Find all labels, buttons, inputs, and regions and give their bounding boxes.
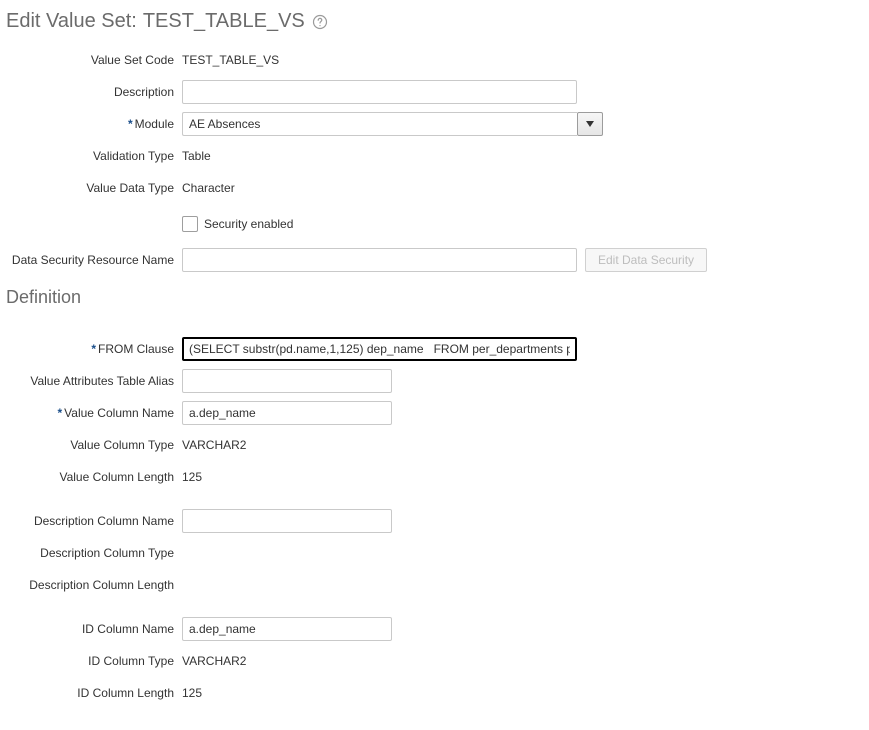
value-column-name-label: *Value Column Name <box>0 406 182 420</box>
description-column-length-label: Description Column Length <box>0 578 182 592</box>
from-clause-label-text: FROM Clause <box>98 342 174 356</box>
module-label: *Module <box>0 117 182 131</box>
value-attr-table-alias-input[interactable] <box>182 369 392 393</box>
definition-section-title: Definition <box>0 277 869 314</box>
value-set-code-label: Value Set Code <box>0 53 182 67</box>
module-label-text: Module <box>135 117 174 131</box>
id-column-name-label: ID Column Name <box>0 622 182 636</box>
value-column-type-label: Value Column Type <box>0 438 182 452</box>
from-clause-input[interactable] <box>182 337 577 361</box>
security-enabled-label: Security enabled <box>204 217 293 231</box>
value-column-length-value: 125 <box>182 468 202 486</box>
help-icon[interactable] <box>311 13 329 31</box>
module-select[interactable]: AE Absences <box>182 112 603 136</box>
validation-type-value: Table <box>182 147 211 165</box>
value-data-type-value: Character <box>182 179 235 197</box>
value-column-type-value: VARCHAR2 <box>182 436 246 454</box>
from-clause-label: *FROM Clause <box>0 342 182 356</box>
data-security-resource-name-input[interactable] <box>182 248 577 272</box>
validation-type-label: Validation Type <box>0 149 182 163</box>
page-title-prefix: Edit Value Set: <box>6 10 137 33</box>
value-attr-table-alias-label: Value Attributes Table Alias <box>0 374 182 388</box>
description-column-name-input[interactable] <box>182 509 392 533</box>
description-label: Description <box>0 85 182 99</box>
description-column-name-label: Description Column Name <box>0 514 182 528</box>
description-input[interactable] <box>182 80 577 104</box>
id-column-length-value: 125 <box>182 684 202 702</box>
security-enabled-checkbox[interactable] <box>182 216 198 232</box>
id-column-type-value: VARCHAR2 <box>182 652 246 670</box>
id-column-type-label: ID Column Type <box>0 654 182 668</box>
value-column-length-label: Value Column Length <box>0 470 182 484</box>
page-title: Edit Value Set: TEST_TABLE_VS <box>0 4 869 43</box>
id-column-length-label: ID Column Length <box>0 686 182 700</box>
description-column-type-label: Description Column Type <box>0 546 182 560</box>
value-data-type-label: Value Data Type <box>0 181 182 195</box>
module-select-button[interactable] <box>577 112 603 136</box>
value-column-name-label-text: Value Column Name <box>64 406 174 420</box>
value-column-name-input[interactable] <box>182 401 392 425</box>
id-column-name-input[interactable] <box>182 617 392 641</box>
page-title-name: TEST_TABLE_VS <box>143 10 305 33</box>
edit-data-security-button[interactable]: Edit Data Security <box>585 248 707 272</box>
data-security-resource-name-label: Data Security Resource Name <box>0 253 182 267</box>
value-set-code-value: TEST_TABLE_VS <box>182 51 279 69</box>
module-select-value[interactable]: AE Absences <box>182 112 577 136</box>
